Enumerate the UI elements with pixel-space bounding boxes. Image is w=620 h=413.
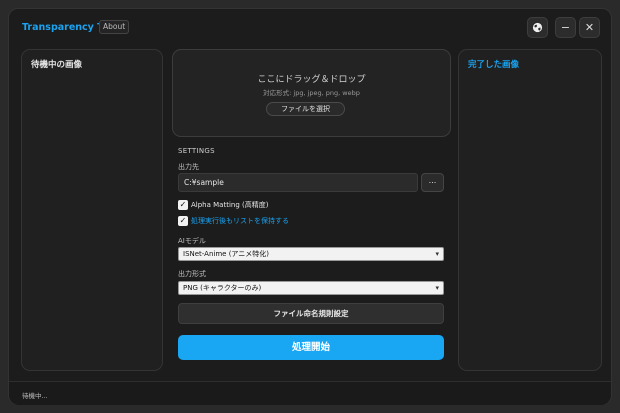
drop-zone-text: ここにドラッグ＆ドロップ — [257, 75, 366, 85]
queue-panel: 待機中の画像 — [21, 49, 163, 371]
ai-model-label: AIモデル — [178, 237, 206, 245]
settings-header: SETTINGS — [178, 147, 215, 155]
chevron-down-icon: ▾ — [435, 250, 439, 258]
ai-model-value: ISNet-Anime (アニメ特化) — [183, 250, 270, 258]
output-format-value: PNG (キャラクターのみ) — [183, 284, 262, 292]
ai-model-select[interactable]: ISNet-Anime (アニメ特化) ▾ — [178, 247, 444, 261]
alpha-matting-checkbox[interactable]: ✓ — [178, 200, 188, 210]
about-button[interactable]: About — [99, 20, 130, 34]
naming-rules-button[interactable]: ファイル命名規則設定 — [178, 303, 444, 324]
keep-list-checkbox[interactable]: ✓ — [178, 216, 188, 226]
alpha-matting-label: Alpha Matting (高精度) — [191, 201, 269, 209]
keep-list-label: 処理実行後もリストを保持する — [191, 217, 289, 225]
supported-formats: 対応形式: jpg, jpeg, png, webp — [263, 89, 360, 97]
output-format-label: 出力形式 — [178, 270, 206, 278]
status-text: 待機中... — [22, 392, 48, 400]
output-folder-label: 出力先 — [178, 163, 199, 171]
minimize-icon: − — [560, 21, 571, 34]
globe-icon — [532, 22, 543, 33]
done-panel: 完了した画像 — [458, 49, 602, 371]
output-folder-input[interactable]: C:¥sample — [178, 173, 418, 192]
queue-panel-title: 待機中の画像 — [31, 60, 83, 70]
browse-button[interactable]: ... — [421, 173, 444, 192]
start-processing-button[interactable]: 処理開始 — [178, 335, 444, 360]
app-window: Transparency Tool About − ✕ 待機中の画像 完了した画… — [8, 8, 612, 405]
minimize-button[interactable]: − — [555, 17, 576, 38]
drop-zone[interactable]: ここにドラッグ＆ドロップ 対応形式: jpg, jpeg, png, webp … — [172, 49, 451, 137]
output-format-select[interactable]: PNG (キャラクターのみ) ▾ — [178, 281, 444, 295]
close-button[interactable]: ✕ — [579, 17, 600, 38]
status-bar: 待機中... — [9, 381, 611, 405]
theme-button[interactable] — [527, 17, 548, 38]
done-panel-title: 完了した画像 — [468, 60, 520, 70]
close-icon: ✕ — [584, 21, 595, 34]
title-bar: Transparency Tool About − ✕ — [9, 9, 611, 47]
chevron-down-icon: ▾ — [435, 284, 439, 292]
select-file-button[interactable]: ファイルを選択 — [266, 102, 345, 116]
